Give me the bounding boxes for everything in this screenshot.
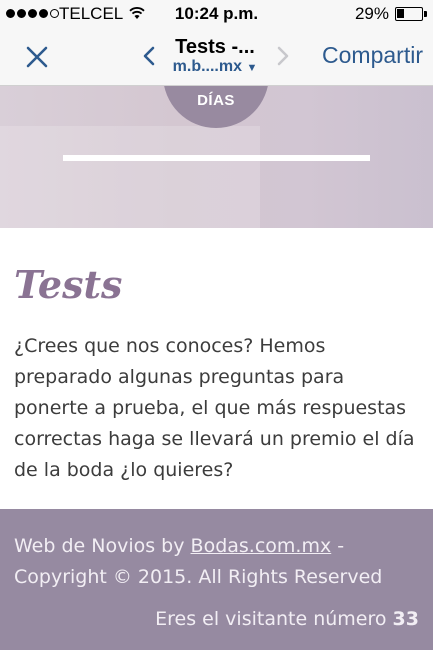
share-button[interactable]: Compartir	[322, 42, 423, 69]
countdown-days-label: DÍAS	[197, 92, 235, 109]
hero-background-shape	[0, 126, 260, 228]
url-text: m.b....mx	[172, 58, 242, 75]
visitor-label: Eres el visitante número	[155, 608, 387, 630]
bodas-link[interactable]: Bodas.com.mx	[191, 535, 332, 557]
copyright-prefix: Web de Novios by	[14, 535, 191, 557]
hero-banner: DÍAS	[0, 86, 433, 228]
close-icon[interactable]	[22, 42, 52, 72]
intro-paragraph: ¿Crees que nos conoces? Hemos preparado …	[14, 335, 415, 481]
visitor-count: 33	[392, 608, 419, 630]
chevron-right-icon[interactable]	[272, 42, 294, 72]
status-bar: TELCEL 10:24 p.m. 29%	[0, 0, 433, 28]
battery-level-fill	[397, 9, 404, 18]
battery-icon	[395, 7, 427, 21]
url-display[interactable]: m.b....mx ▼	[160, 58, 270, 76]
copyright-text: Web de Novios by Bodas.com.mx - Copyrigh…	[14, 531, 424, 593]
hero-divider-bar	[63, 155, 370, 161]
tab-title[interactable]: Tests -...	[160, 36, 270, 59]
visitor-counter: Eres el visitante número 33	[155, 608, 419, 630]
browser-nav-bar: Tests -... m.b....mx ▼ Compartir	[0, 28, 433, 86]
caret-down-icon: ▼	[246, 62, 258, 74]
chevron-left-icon[interactable]	[138, 42, 160, 72]
page-footer: Web de Novios by Bodas.com.mx - Copyrigh…	[0, 509, 433, 650]
page-title: Tests	[14, 262, 123, 307]
battery-percent: 29%	[354, 4, 389, 23]
